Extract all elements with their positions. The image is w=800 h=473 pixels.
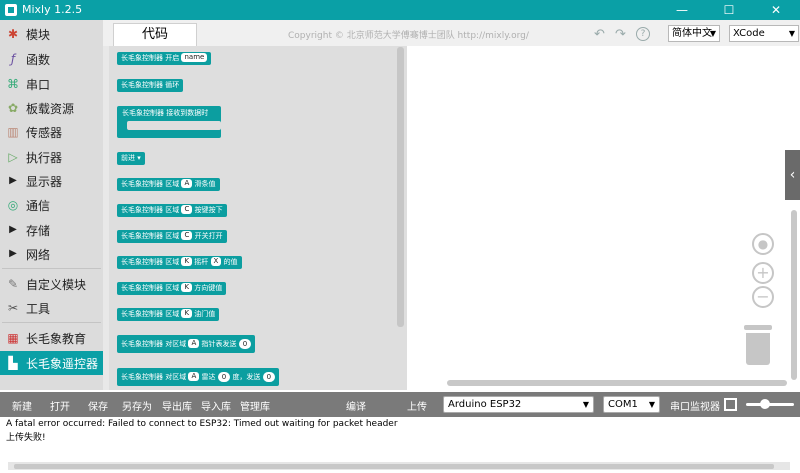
sidebar-item-sensors[interactable]: ▥ 传感器: [0, 120, 103, 144]
board-select[interactable]: Arduino ESP32 ▼: [443, 396, 594, 413]
blockly-workspace[interactable]: [407, 46, 800, 390]
function-icon: ƒ: [10, 52, 16, 66]
block-area-switch-on[interactable]: 长毛象控制器 区域 C 开关打开: [117, 230, 227, 243]
save-button[interactable]: 保存: [88, 398, 108, 413]
block-controller-loop[interactable]: 长毛象控制器 循环: [117, 79, 184, 92]
chevron-down-icon: ▼: [648, 400, 655, 409]
collapse-panel-button[interactable]: ‹: [785, 150, 800, 200]
actuator-icon: ▷: [8, 150, 18, 164]
board-icon: ✿: [7, 101, 19, 115]
block-send-gauge[interactable]: 长毛象控制器 对区域 A 指针表发送 0: [117, 335, 256, 353]
window-title: Mixly 1.2.5: [22, 3, 83, 16]
chevron-down-icon: ▼: [788, 29, 795, 38]
save-as-button[interactable]: 另存为: [122, 398, 152, 413]
block-send-radar[interactable]: 长毛象控制器 对区域 A 雷达 0 度，发送 0: [117, 368, 280, 386]
zoom-in-icon[interactable]: +: [752, 262, 774, 284]
block-field[interactable]: name: [181, 53, 208, 62]
board-value: Arduino ESP32: [448, 399, 522, 410]
tab-code[interactable]: 代码: [113, 23, 197, 46]
maximize-button[interactable]: ☐: [706, 0, 752, 20]
close-button[interactable]: ✕: [753, 0, 799, 20]
export-library-button[interactable]: 导出库: [162, 398, 192, 413]
sidebar-item-tools[interactable]: ✂ 工具: [0, 296, 103, 320]
zoom-slider-handle[interactable]: [760, 399, 770, 409]
sidebar-item-network[interactable]: ▶ 网络: [0, 242, 103, 266]
zoom-out-icon[interactable]: −: [752, 286, 774, 308]
app-logo-icon: [5, 4, 17, 16]
block-area-throttle-value[interactable]: 长毛象控制器 区域 K 油门值: [117, 308, 220, 321]
serial-monitor-button[interactable]: 串口监视器: [670, 398, 720, 413]
block-controller-on-receive[interactable]: 长毛象控制器 接收到数据时: [117, 106, 221, 138]
blocks-icon: ▦: [7, 331, 19, 345]
open-button[interactable]: 打开: [50, 398, 70, 413]
sidebar-item-modules[interactable]: ✱ 模块: [0, 22, 103, 46]
block-area-slider-value[interactable]: 长毛象控制器 区域 A 滑条值: [117, 178, 220, 191]
serial-icon: ⌘: [7, 77, 19, 91]
sidebar-item-actuators[interactable]: ▷ 执行器: [0, 145, 103, 169]
block-area-direction-key[interactable]: 长毛象控制器 区域 K 方向键值: [117, 282, 227, 295]
chevron-down-icon: ▼: [709, 29, 716, 38]
expand-arrow-icon: ▶: [9, 248, 17, 259]
sidebar-item-communication[interactable]: ◎ 通信: [0, 193, 103, 217]
chevron-down-icon: ▼: [582, 400, 589, 409]
language-value: 简体中文: [672, 28, 712, 39]
block-direction-dropdown[interactable]: 前进 ▾: [117, 152, 145, 165]
port-value: COM1: [608, 399, 638, 410]
flyout-scrollbar[interactable]: [397, 47, 404, 327]
workspace-vertical-scrollbar[interactable]: [791, 210, 797, 380]
sidebar-item-functions[interactable]: ƒ 函数: [0, 47, 103, 71]
console-status-line: 上传失败!: [6, 433, 46, 443]
zoom-slider[interactable]: [746, 403, 794, 406]
chip-icon[interactable]: [724, 398, 737, 411]
sidebar-divider: [2, 322, 101, 323]
theme-select[interactable]: XCode ▼: [729, 25, 799, 42]
block-area-button-pressed[interactable]: 长毛象控制器 区域 C 按键按下: [117, 204, 227, 217]
recenter-icon[interactable]: ●: [752, 233, 774, 255]
puzzle-icon: ✱: [7, 27, 19, 41]
new-button[interactable]: 新建: [12, 398, 32, 413]
manage-library-button[interactable]: 管理库: [240, 398, 270, 413]
tools-icon: ✂: [7, 301, 19, 315]
block-area-joystick-value[interactable]: 长毛象控制器 区域 K 摇杆 X 的值: [117, 256, 242, 269]
sidebar-item-storage[interactable]: ▶ 存储: [0, 218, 103, 242]
minimize-button[interactable]: —: [659, 0, 705, 20]
compile-button[interactable]: 编译: [346, 398, 366, 413]
sidebar-item-mammoth-education[interactable]: ▦ 长毛象教育: [0, 326, 103, 350]
upload-button[interactable]: 上传: [407, 398, 427, 413]
sidebar-item-mammoth-remote[interactable]: ▙ 长毛象遥控器: [0, 351, 103, 375]
sidebar-item-board[interactable]: ✿ 板载资源: [0, 96, 103, 120]
workspace-horizontal-scrollbar[interactable]: [447, 380, 787, 386]
expand-arrow-icon: ▶: [9, 175, 17, 186]
sidebar-item-display[interactable]: ▶ 显示器: [0, 169, 103, 193]
sidebar-item-serial[interactable]: ⌘ 串口: [0, 72, 103, 96]
port-select[interactable]: COM1 ▼: [603, 396, 660, 413]
console-scrollbar-thumb[interactable]: [14, 464, 774, 469]
remote-icon: ▙: [8, 356, 18, 370]
trash-icon[interactable]: [744, 325, 772, 365]
copyright-text: Copyright © 北京师范大学傅骞博士团队 http://mixly.or…: [288, 31, 529, 41]
sidebar-divider: [2, 268, 101, 269]
help-icon[interactable]: ?: [636, 27, 650, 41]
redo-icon[interactable]: ↷: [615, 27, 626, 42]
import-library-button[interactable]: 导入库: [201, 398, 231, 413]
theme-value: XCode: [733, 28, 765, 39]
custom-icon: ✎: [7, 277, 19, 291]
block-statement-slot: [127, 121, 221, 130]
title-bar: Mixly 1.2.5 — ☐ ✕: [0, 0, 800, 20]
language-select[interactable]: 简体中文 ▼: [668, 25, 720, 42]
expand-arrow-icon: ▶: [9, 224, 17, 235]
console-error-line: A fatal error occurred: Failed to connec…: [6, 419, 398, 429]
undo-icon[interactable]: ↶: [594, 27, 605, 42]
sidebar-item-custom[interactable]: ✎ 自定义模块: [0, 272, 103, 296]
block-controller-start[interactable]: 长毛象控制器 开启 name: [117, 52, 212, 65]
antenna-icon: ◎: [7, 198, 19, 212]
sensor-icon: ▥: [7, 125, 19, 139]
